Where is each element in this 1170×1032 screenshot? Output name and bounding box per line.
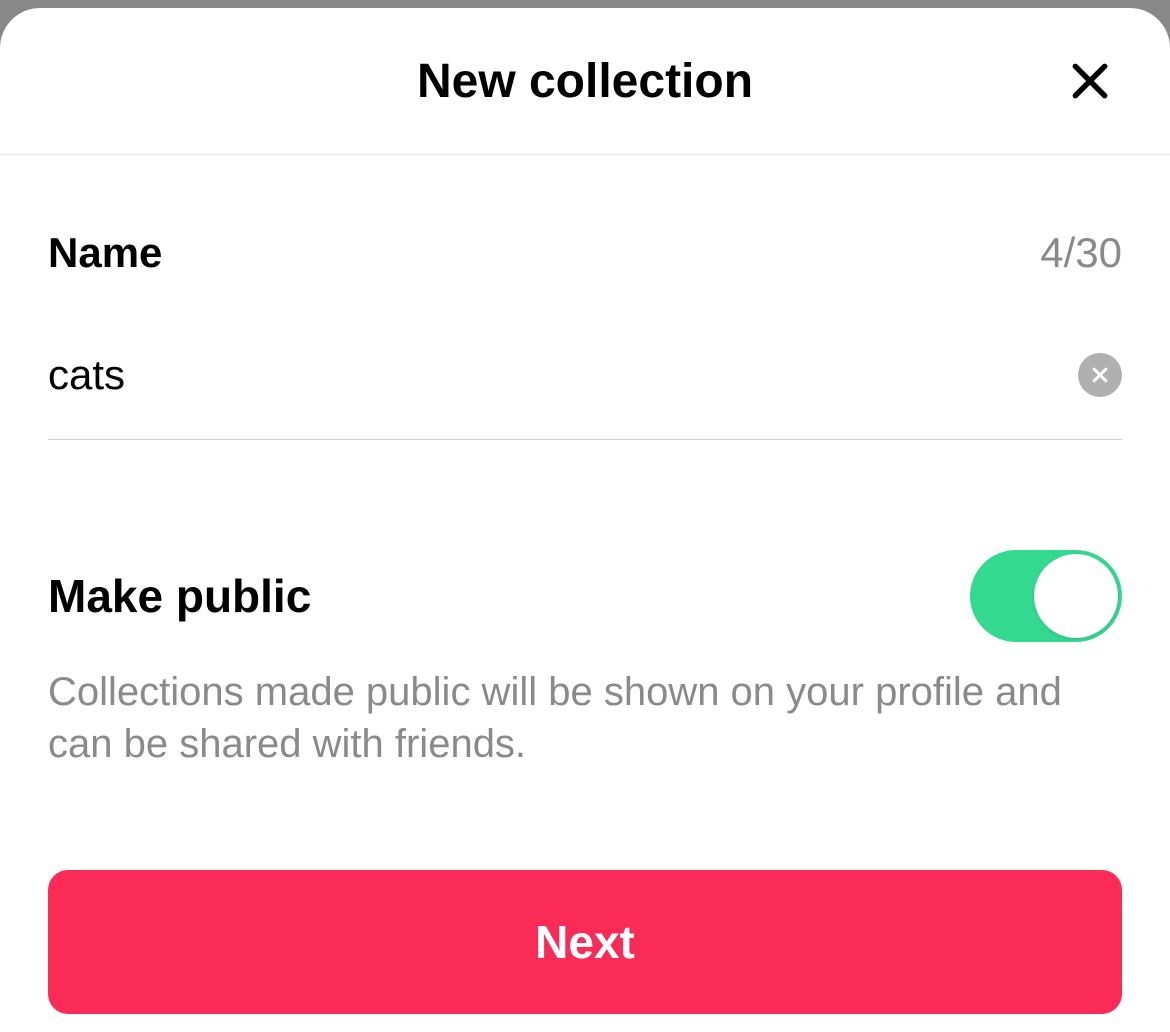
new-collection-modal: New collection Name 4/30 [0,8,1170,1032]
close-button[interactable] [1066,57,1114,105]
public-label: Make public [48,569,311,623]
modal-title: New collection [417,54,753,109]
clear-input-button[interactable] [1078,353,1122,397]
name-input[interactable] [48,351,1078,399]
public-description: Collections made public will be shown on… [48,666,1122,770]
next-button[interactable]: Next [48,870,1122,1014]
name-label: Name [48,229,162,277]
name-section: Name 4/30 [48,155,1122,440]
char-count: 4/30 [1040,229,1122,277]
public-toggle[interactable] [970,550,1122,642]
name-header: Name 4/30 [48,229,1122,277]
modal-content: Name 4/30 Make public Collec [0,155,1170,770]
modal-header: New collection [0,8,1170,155]
name-input-row [48,351,1122,440]
toggle-knob [1034,554,1118,638]
close-icon [1068,59,1112,103]
public-section: Make public Collections made public will… [48,550,1122,770]
clear-icon [1090,365,1110,385]
public-header: Make public [48,550,1122,642]
